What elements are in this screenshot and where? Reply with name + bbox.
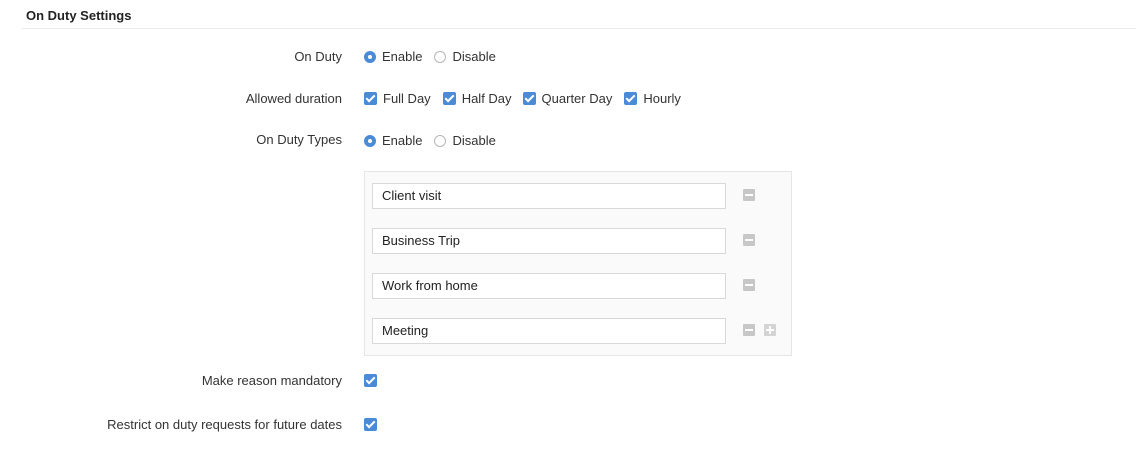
on-duty-types-options: Enable Disable [364,133,496,148]
duration-full-day-option[interactable]: Full Day [364,91,431,106]
on-duty-types-enable-label: Enable [382,133,423,148]
reason-mandatory-label: Make reason mandatory [201,373,342,388]
on-duty-enable-option[interactable]: Enable [364,49,422,64]
checkbox-checked-icon[interactable] [364,374,377,387]
on-duty-types-disable-label: Disable [452,133,496,148]
remove-type-button[interactable] [743,234,755,246]
restrict-future-label: Restrict on duty requests for future dat… [107,417,342,432]
on-duty-disable-option[interactable]: Disable [434,49,496,64]
checkbox-checked-icon[interactable] [442,92,456,105]
on-duty-types-panel: Client visit Business Trip Work from hom… [364,171,792,356]
radio-unselected-icon[interactable] [434,50,447,63]
restrict-future-checkbox[interactable] [364,418,383,431]
allowed-duration-label: Allowed duration [245,91,342,106]
reason-mandatory-checkbox[interactable] [364,374,383,387]
type-input-work-from-home[interactable]: Work from home [372,273,726,299]
plus-icon-v [769,326,771,334]
remove-type-button[interactable] [743,324,755,336]
minus-icon [745,329,753,331]
checkbox-checked-icon[interactable] [364,418,377,431]
type-input-business-trip[interactable]: Business Trip [372,228,726,254]
on-duty-label: On Duty [294,49,342,64]
duration-quarter-day-option[interactable]: Quarter Day [522,91,613,106]
duration-hourly-label: Hourly [643,91,681,106]
on-duty-types-disable-option[interactable]: Disable [434,133,496,148]
duration-full-day-label: Full Day [383,91,431,106]
on-duty-options: Enable Disable [364,49,496,64]
allowed-duration-options: Full Day Half Day Quarter Day Hourly [364,91,681,106]
remove-type-button[interactable] [743,279,755,291]
duration-quarter-day-label: Quarter Day [541,91,613,106]
checkbox-checked-icon[interactable] [624,92,638,105]
on-duty-enable-label: Enable [382,49,423,64]
duration-hourly-option[interactable]: Hourly [624,91,681,106]
radio-selected-icon[interactable] [364,134,376,147]
minus-icon [745,284,753,286]
type-input-client-visit[interactable]: Client visit [372,183,726,209]
type-input-meeting[interactable]: Meeting [372,318,726,344]
duration-half-day-option[interactable]: Half Day [442,91,512,106]
radio-selected-icon[interactable] [364,50,376,63]
checkbox-checked-icon[interactable] [522,92,536,105]
checkbox-checked-icon[interactable] [364,92,377,105]
duration-half-day-label: Half Day [461,91,512,106]
add-type-button[interactable] [764,324,776,336]
on-duty-disable-label: Disable [452,49,496,64]
section-title: On Duty Settings [26,8,132,23]
minus-icon [745,239,753,241]
divider [22,28,1136,29]
radio-unselected-icon[interactable] [434,134,447,147]
on-duty-types-label: On Duty Types [256,132,342,147]
minus-icon [745,194,753,196]
remove-type-button[interactable] [743,189,755,201]
on-duty-types-enable-option[interactable]: Enable [364,133,422,148]
